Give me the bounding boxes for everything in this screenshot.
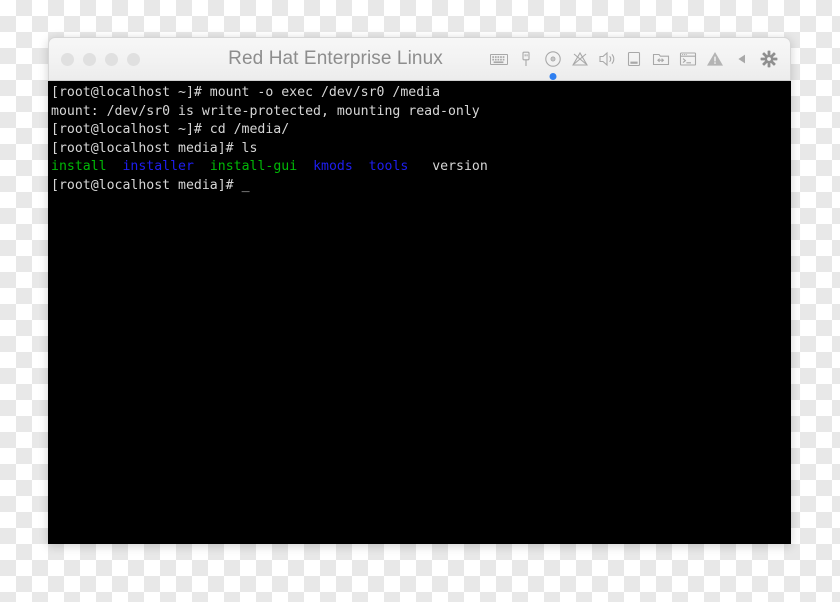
terminal-text-segment: kmods <box>313 159 353 175</box>
terminal-line: [root@localhost media]# ls <box>50 140 791 159</box>
terminal-text-segment: tools <box>368 159 409 175</box>
terminal-text-segment: [root@localhost ~]# cd /media/ <box>51 122 290 138</box>
close-button[interactable] <box>61 52 74 66</box>
vm-window: Red Hat Enterprise Linux [root@localhost… <box>48 37 791 544</box>
fullscreen-button[interactable] <box>127 52 140 66</box>
terminal-line: [root@localhost ~]# mount -o exec /dev/s… <box>50 84 791 103</box>
terminal-text-segment: _ <box>241 177 250 193</box>
collapse-arrow-icon[interactable] <box>732 49 752 69</box>
terminal-text-segment: [root@localhost ~]# mount -o exec /dev/s… <box>51 85 441 100</box>
window-titlebar[interactable]: Red Hat Enterprise Linux <box>48 37 791 81</box>
terminal-line: [root@localhost media]# _ <box>50 177 791 196</box>
terminal-text-segment: installer <box>122 159 194 175</box>
terminal-text-segment: version <box>432 159 488 175</box>
status-icon-bar <box>489 49 790 80</box>
terminal-line: install installer install-gui kmods tool… <box>50 158 791 177</box>
gear-icon[interactable] <box>759 49 779 69</box>
terminal-text-segment: [root@localhost media]# <box>51 177 242 193</box>
minimize-button[interactable] <box>83 52 96 66</box>
optical-disc-activity-indicator <box>549 73 557 80</box>
terminal-text-segment: [root@localhost media]# ls <box>51 140 258 156</box>
keyboard-icon[interactable] <box>489 49 509 69</box>
console-icon[interactable] <box>678 49 698 69</box>
shared-folder-icon[interactable] <box>651 49 671 69</box>
optical-disc-icon[interactable] <box>543 49 563 80</box>
terminal-line: [root@localhost ~]# cd /media/ <box>50 121 791 140</box>
terminal-text-segment: install <box>51 159 107 175</box>
terminal-text-segment: install-gui <box>209 159 298 175</box>
terminal-screen[interactable]: [root@localhost ~]# mount -o exec /dev/s… <box>48 81 791 544</box>
terminal-text-segment: mount: /dev/sr0 is write-protected, moun… <box>51 103 480 119</box>
warning-icon[interactable] <box>705 49 725 69</box>
usb-icon[interactable] <box>516 49 536 69</box>
network-disconnected-icon[interactable] <box>570 49 590 69</box>
window-title: Red Hat Enterprise Linux <box>228 48 443 69</box>
hard-disk-icon[interactable] <box>624 49 644 69</box>
audio-icon[interactable] <box>597 49 617 69</box>
traffic-light-buttons <box>49 52 140 66</box>
maximize-button[interactable] <box>105 52 118 66</box>
terminal-output: [root@localhost ~]# mount -o exec /dev/s… <box>50 84 791 196</box>
terminal-line: mount: /dev/sr0 is write-protected, moun… <box>50 103 791 122</box>
